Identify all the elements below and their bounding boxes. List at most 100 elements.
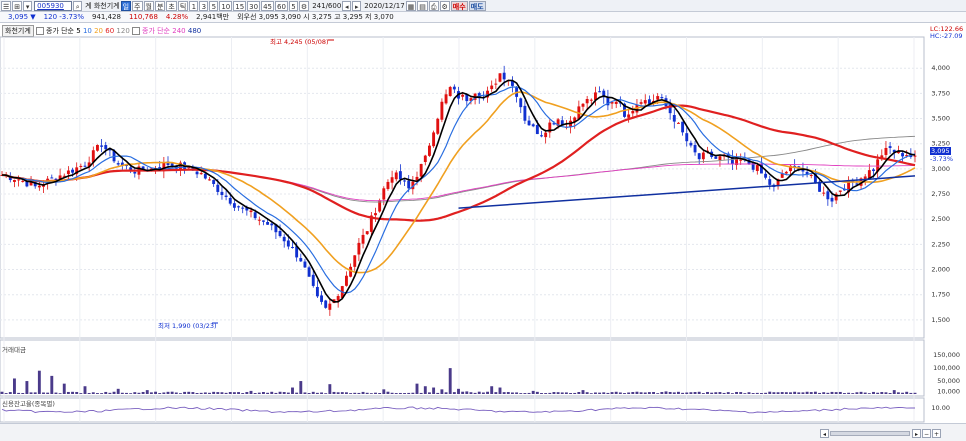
candle-body (224, 195, 228, 197)
volume-bar (369, 393, 373, 394)
candle-body (320, 295, 323, 302)
volume-bar (851, 393, 855, 394)
volume-bar (46, 392, 50, 394)
volume-bar (677, 391, 680, 394)
volume-bar (311, 391, 315, 394)
candle-body (502, 72, 506, 80)
candle-body (116, 163, 120, 165)
volume-bar (481, 392, 485, 394)
volume-bar (174, 392, 178, 394)
candle-body (718, 156, 722, 160)
volume-bar (349, 393, 353, 394)
volume-bar (419, 392, 423, 394)
candle-body (324, 300, 328, 308)
candle-body (639, 102, 643, 104)
candle-body (336, 296, 340, 301)
volume-bar (220, 392, 224, 394)
volume-bar (652, 391, 655, 394)
volume-bar (415, 383, 419, 394)
volume-bar (394, 393, 398, 394)
price-tag: 3,095 (930, 147, 951, 155)
volume-bar (187, 391, 191, 394)
candle-body (232, 203, 236, 208)
volume-bar (872, 391, 875, 394)
volume-bar (195, 393, 199, 394)
volume-bar (212, 391, 216, 394)
volume-bar (623, 393, 626, 394)
candle-body (220, 191, 224, 196)
volume-tick-label: 150,000 (933, 351, 960, 359)
candle-body (50, 177, 54, 179)
scroll-left-icon[interactable]: ◂ (820, 429, 829, 438)
candle-body (838, 190, 842, 192)
volume-bar (776, 392, 780, 394)
volume-bar (577, 391, 581, 394)
volume-tick-label: 10,000 (937, 387, 960, 395)
volume-bar (0, 391, 4, 394)
volume-bar (291, 387, 294, 394)
volume-bar (498, 387, 502, 394)
price-chart[interactable]: 1,5001,7502,0002,2502,5002,7503,0003,250… (0, 0, 966, 423)
scroll-right-icon[interactable]: ▸ (912, 429, 921, 438)
volume-bar (635, 391, 639, 394)
candle-body (494, 83, 498, 85)
candle-body (872, 169, 875, 172)
volume-bar (606, 392, 610, 394)
candle-body (212, 180, 216, 185)
volume-bar (303, 392, 307, 394)
volume-bar (116, 388, 120, 394)
volume-bar (407, 392, 411, 394)
volume-bar (13, 378, 16, 394)
volume-bar (697, 391, 701, 394)
candle-body (357, 242, 361, 255)
candle-body (631, 111, 635, 114)
volume-bar (818, 392, 821, 394)
volume-bar (357, 392, 361, 394)
volume-bar (91, 392, 95, 394)
volume-bar (689, 392, 693, 394)
candle-body (660, 97, 664, 99)
candle-body (598, 91, 602, 93)
volume-bar (735, 391, 738, 394)
candle-body (581, 103, 585, 107)
candle-body (419, 164, 423, 177)
volume-bar (245, 392, 249, 394)
volume-bar (668, 391, 672, 394)
zoom-out-icon[interactable]: − (922, 429, 931, 438)
volume-bar (295, 392, 299, 394)
volume-bar (892, 390, 896, 394)
candle-body (21, 180, 25, 182)
volume-bar (490, 386, 494, 394)
candle-body (249, 210, 253, 213)
volume-bar (701, 393, 705, 394)
volume-bar (129, 393, 133, 394)
candle-body (257, 219, 261, 221)
volume-bar (681, 392, 685, 394)
volume-bar (523, 393, 527, 394)
zoom-in-icon[interactable]: + (932, 429, 941, 438)
y-tick-label: 1,750 (931, 291, 950, 299)
candle-body (452, 86, 456, 90)
volume-bar (859, 391, 863, 394)
volume-bar (340, 392, 344, 394)
volume-bar (531, 390, 535, 394)
candle-body (523, 105, 527, 121)
volume-bar (398, 392, 402, 394)
volume-bar (639, 392, 643, 394)
candle-body (519, 98, 523, 108)
chart-scrollbar[interactable] (830, 431, 910, 436)
candle-body (299, 258, 303, 262)
volume-bar (714, 392, 718, 394)
volume-bar (884, 392, 888, 394)
volume-bar (145, 390, 149, 394)
volume-bar (100, 393, 104, 394)
y-tick-label: 2,250 (931, 240, 950, 248)
volume-bar (822, 392, 826, 394)
candle-body (96, 144, 99, 151)
volume-bar (58, 393, 62, 394)
credit-tick-label: 10.00 (931, 404, 950, 412)
volume-bar (191, 392, 195, 394)
volume-bar (403, 393, 406, 394)
volume-bar (535, 391, 539, 394)
volume-bar (62, 383, 66, 394)
